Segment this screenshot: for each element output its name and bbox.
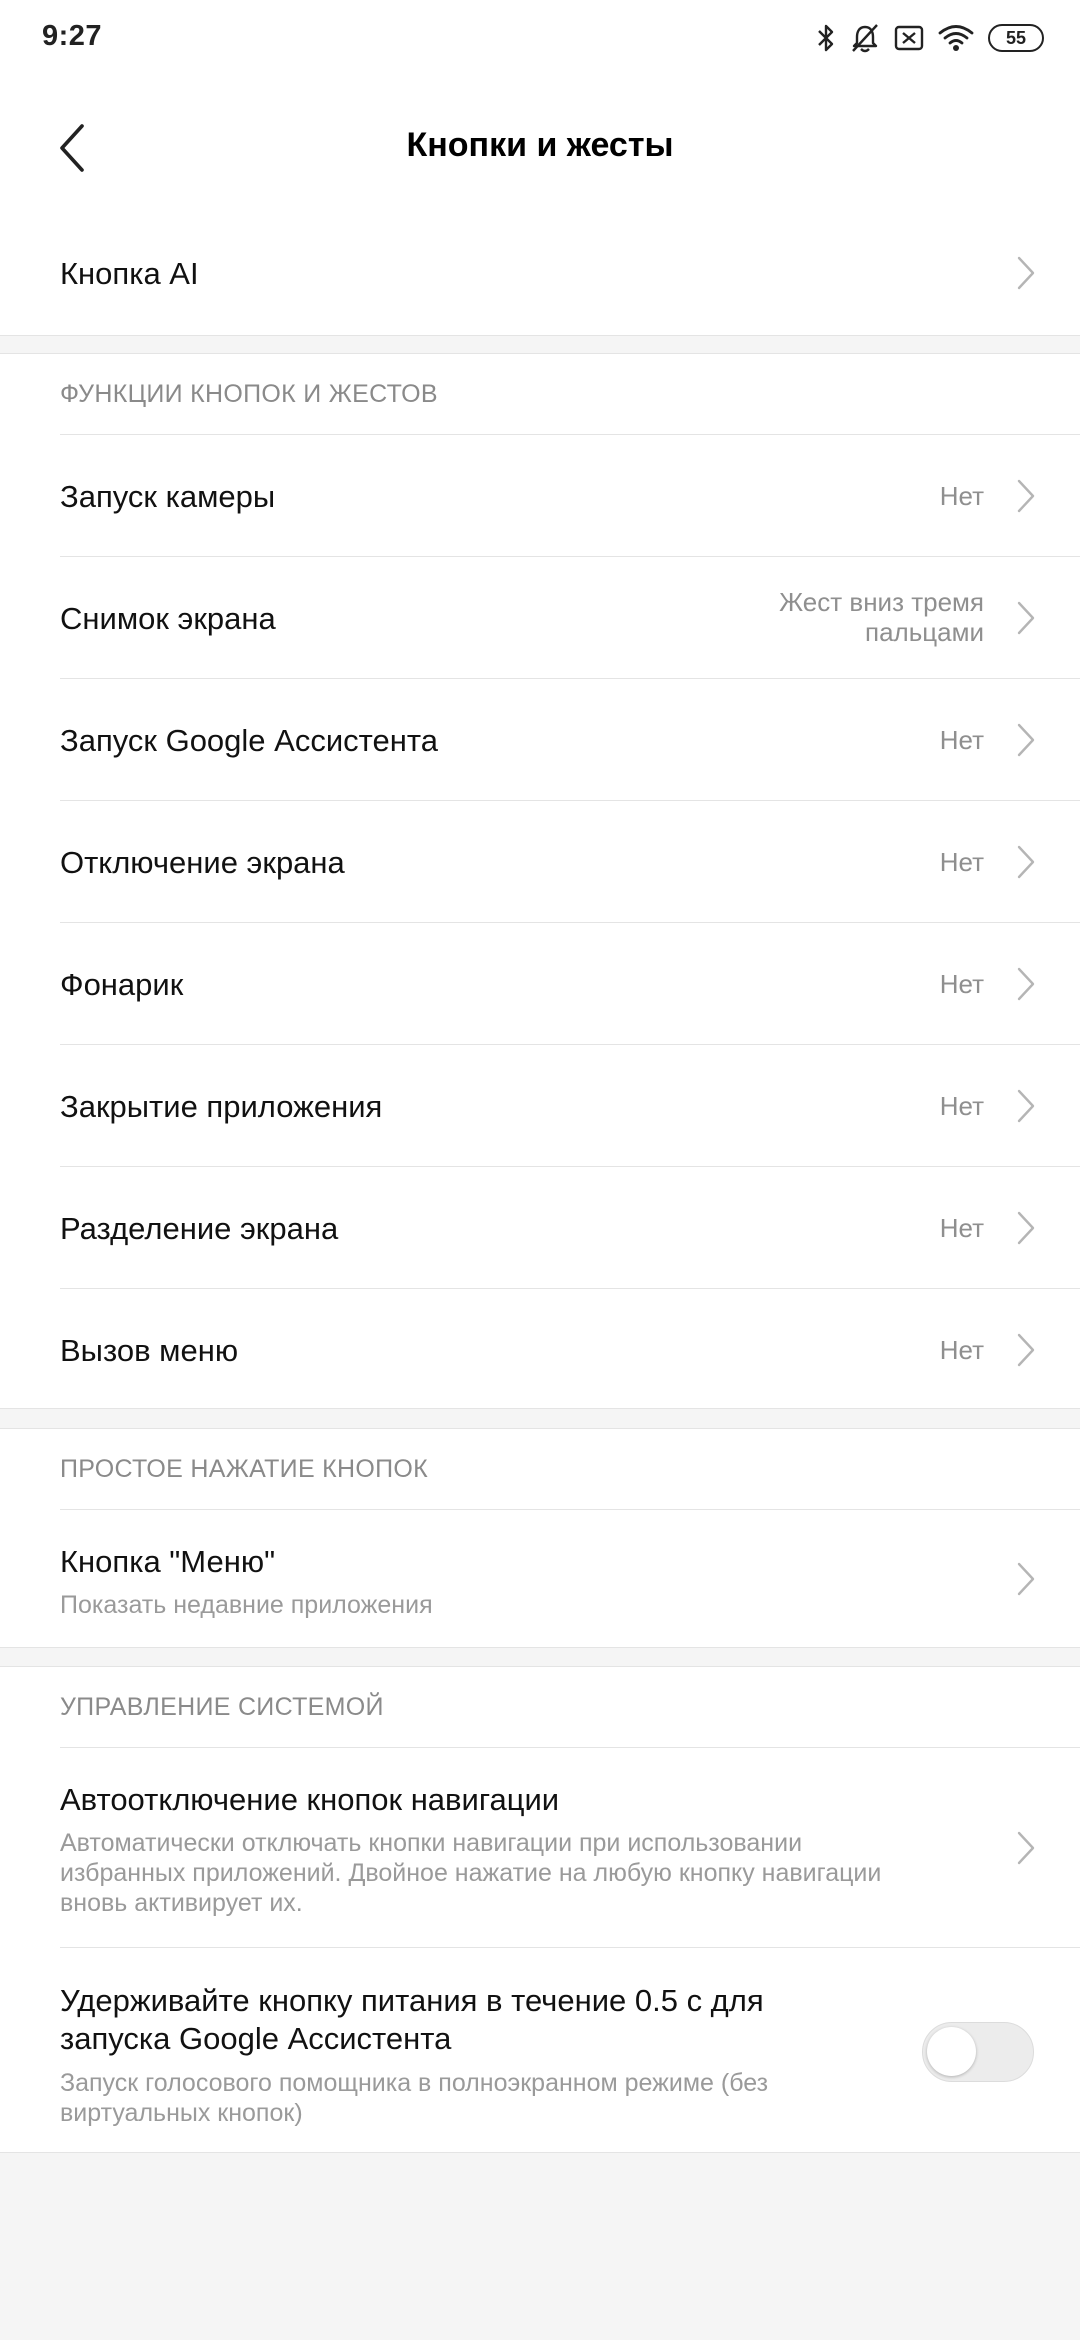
chevron-right-icon xyxy=(1017,601,1035,635)
gesture-value-line: Жест вниз тремя xyxy=(779,587,984,617)
gesture-value: Нет xyxy=(939,725,984,755)
status-icons: 55 xyxy=(816,18,1044,58)
gesture-value: Нет xyxy=(939,1213,984,1243)
subtitle-line: Запуск голосового помощника в полноэкран… xyxy=(60,2069,769,2097)
gesture-title: Отключение экрана xyxy=(60,845,345,880)
status-bar: 9:27 55 xyxy=(0,0,1080,78)
chevron-right-icon xyxy=(1017,1089,1035,1123)
nav-autodisable-row[interactable]: Автоотключение кнопок навигации Автомати… xyxy=(60,1747,1080,1947)
power-assistant-title: Удерживайте кнопку питания в течение 0.5… xyxy=(60,1982,764,2058)
chevron-right-icon xyxy=(1017,1562,1035,1596)
status-time: 9:27 xyxy=(42,20,103,52)
gesture-title: Разделение экрана xyxy=(60,1211,339,1246)
gesture-title: Фонарик xyxy=(60,967,184,1002)
gesture-value: Нет xyxy=(939,1091,984,1121)
page-title: Кнопки и жесты xyxy=(406,126,674,164)
gesture-row-flashlight[interactable]: Фонарик Нет xyxy=(60,922,1080,1044)
nav-autodisable-title: Автоотключение кнопок навигации xyxy=(60,1782,560,1817)
gesture-title: Запуск камеры xyxy=(60,479,276,514)
gesture-title: Закрытие приложения xyxy=(60,1089,383,1124)
gesture-title: Вызов меню xyxy=(60,1333,239,1368)
chevron-right-icon xyxy=(1017,1333,1035,1367)
menu-button-subtitle: Показать недавние приложения xyxy=(60,1591,433,1619)
alarm-off-icon xyxy=(852,24,878,53)
subtitle-line: вновь активирует их. xyxy=(60,1889,303,1917)
gesture-row-screen-off[interactable]: Отключение экрана Нет xyxy=(60,800,1080,922)
sim-off-icon xyxy=(894,25,924,51)
gesture-value-line: пальцами xyxy=(864,617,984,647)
chevron-right-icon xyxy=(1017,479,1035,513)
bluetooth-icon xyxy=(818,24,834,52)
gesture-row-assistant[interactable]: Запуск Google Ассистента Нет xyxy=(60,678,1080,800)
power-assistant-row[interactable]: Удерживайте кнопку питания в течение 0.5… xyxy=(60,1947,1080,2152)
chevron-right-icon xyxy=(1017,256,1035,290)
gesture-row-menu[interactable]: Вызов меню Нет xyxy=(60,1288,1080,1408)
ai-button-row[interactable]: Кнопка AI xyxy=(60,212,1080,334)
chevron-right-icon xyxy=(1017,1211,1035,1245)
subtitle-line: избранных приложений. Двойное нажатие на… xyxy=(60,1859,882,1887)
power-assistant-toggle[interactable] xyxy=(922,2022,1034,2082)
chevron-right-icon xyxy=(1017,1831,1035,1865)
section-gestures: ФУНКЦИИ КНОПОК И ЖЕСТОВ Запуск камеры Не… xyxy=(0,353,1080,1409)
section-system-control: УПРАВЛЕНИЕ СИСТЕМОЙ Автоотключение кнопо… xyxy=(0,1666,1080,2153)
menu-button-title: Кнопка "Меню" xyxy=(60,1544,276,1579)
chevron-right-icon xyxy=(1017,723,1035,757)
app-header: Кнопки и жесты xyxy=(0,78,1080,213)
title-line: Удерживайте кнопку питания в течение 0.5… xyxy=(60,1983,764,2018)
section-ai-button: Кнопка AI xyxy=(0,212,1080,336)
wifi-icon xyxy=(938,25,974,51)
power-assistant-subtitle: Запуск голосового помощника в полноэкран… xyxy=(60,2068,900,2128)
subtitle-line: Автоматически отключать кнопки навигации… xyxy=(60,1829,803,1857)
gesture-row-screenshot[interactable]: Снимок экрана Жест вниз тремя пальцами xyxy=(60,556,1080,678)
gesture-row-close-app[interactable]: Закрытие приложения Нет xyxy=(60,1044,1080,1166)
nav-autodisable-subtitle: Автоматически отключать кнопки навигации… xyxy=(60,1828,960,1918)
gesture-row-camera[interactable]: Запуск камеры Нет xyxy=(60,434,1080,556)
section-simple-press: ПРОСТОЕ НАЖАТИЕ КНОПОК Кнопка "Меню" Пок… xyxy=(0,1428,1080,1648)
gesture-title: Запуск Google Ассистента xyxy=(60,723,438,758)
battery-level: 55 xyxy=(1005,27,1027,48)
ai-button-title: Кнопка AI xyxy=(60,256,199,291)
gesture-title: Снимок экрана xyxy=(60,601,276,636)
chevron-right-icon xyxy=(1017,845,1035,879)
section-header-system-control: УПРАВЛЕНИЕ СИСТЕМОЙ xyxy=(60,1693,384,1721)
section-header-simple-press: ПРОСТОЕ НАЖАТИЕ КНОПОК xyxy=(60,1455,429,1483)
gesture-value: Жест вниз тремя пальцами xyxy=(779,587,984,647)
gesture-row-split-screen[interactable]: Разделение экрана Нет xyxy=(60,1166,1080,1288)
chevron-right-icon xyxy=(1017,967,1035,1001)
title-line: запуска Google Ассистента xyxy=(60,2021,452,2056)
section-header-gestures: ФУНКЦИИ КНОПОК И ЖЕСТОВ xyxy=(60,380,438,408)
toggle-knob xyxy=(927,2027,976,2076)
gesture-value: Нет xyxy=(939,1335,984,1365)
menu-button-row[interactable]: Кнопка "Меню" Показать недавние приложен… xyxy=(60,1509,1080,1647)
gesture-value: Нет xyxy=(939,969,984,999)
subtitle-line: виртуальных кнопок) xyxy=(60,2099,303,2127)
gesture-value: Нет xyxy=(939,481,984,511)
battery-icon: 55 xyxy=(988,24,1044,52)
gesture-value: Нет xyxy=(939,847,984,877)
